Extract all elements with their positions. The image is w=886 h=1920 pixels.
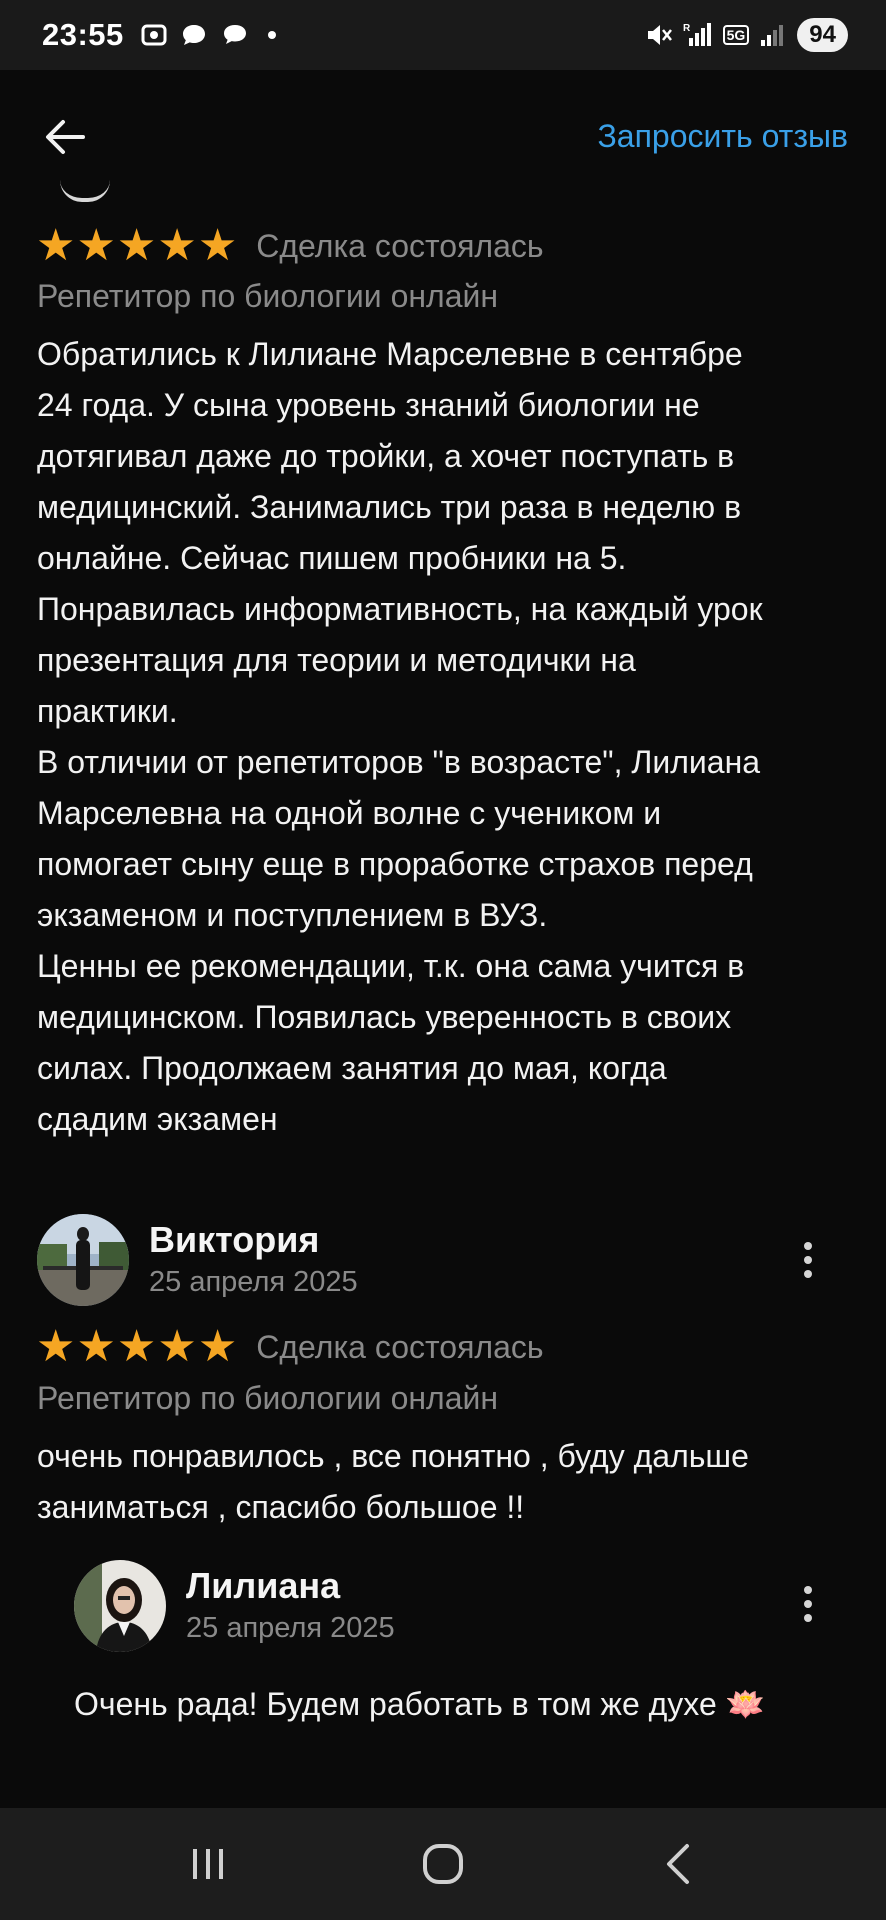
review-text-line: онлайне. Сейчас пишем пробники на 5. xyxy=(37,540,627,576)
app-header: Запросить отзыв xyxy=(0,70,886,200)
review-category: Репетитор по биологии онлайн xyxy=(37,278,499,314)
more-options-button[interactable] xyxy=(788,1230,828,1290)
star-icon: ★ xyxy=(36,221,76,270)
recents-button[interactable] xyxy=(163,1829,253,1899)
chat-bubbles-icon xyxy=(223,25,246,44)
nav-back-button[interactable] xyxy=(633,1829,723,1899)
review-text-line: медицинский. Занимались три раза в недел… xyxy=(37,489,742,525)
star-icon: ★ xyxy=(76,1322,116,1371)
review-text-line: презентация для теории и методички на xyxy=(37,642,636,678)
rating-stars: ★ ★ ★ ★ ★ Сделка состоялась xyxy=(36,224,544,268)
request-review-button[interactable]: Запросить отзыв xyxy=(597,118,848,155)
review-text-line: заниматься , спасибо большое !! xyxy=(37,1489,525,1525)
chat-bubble-icon xyxy=(182,25,205,45)
review-text-line: силах. Продолжаем занятия до мая, когда xyxy=(37,1050,667,1086)
star-icon: ★ xyxy=(116,1322,157,1371)
review-text-line: Ценны ее рекомендации, т.к. она сама учи… xyxy=(37,948,745,984)
review-text-line: дотягивал даже до тройки, а хочет поступ… xyxy=(37,438,735,474)
mute-icon xyxy=(647,25,672,45)
reply-text: Очень рада! Будем работать в том же духе… xyxy=(74,1686,766,1722)
review-text-line: помогает сыну еще в проработке страхов п… xyxy=(37,846,753,882)
deal-status: Сделка состоялась xyxy=(256,227,544,264)
home-icon xyxy=(422,1844,463,1884)
rating-stars: ★ ★ ★ ★ ★ Сделка состоялась xyxy=(36,1325,544,1369)
svg-text:R: R xyxy=(683,23,691,34)
more-options-button[interactable] xyxy=(788,1574,828,1634)
author-name: Лилиана xyxy=(186,1565,341,1606)
screenshot-icon xyxy=(141,24,167,46)
star-icon: ★ xyxy=(157,1322,197,1371)
notification-icons xyxy=(140,21,276,49)
avatar[interactable] xyxy=(37,1214,129,1306)
dot-icon xyxy=(267,31,276,39)
star-icon: ★ xyxy=(157,221,197,270)
review-text-line: Марселевна на одной волне с учеником и xyxy=(37,795,662,831)
star-icon: ★ xyxy=(197,221,238,270)
review-text-line: Понравилась информативность, на каждый у… xyxy=(37,591,763,627)
review-text-line: Обратились к Лилиане Марселевне в сентяб… xyxy=(37,336,743,372)
system-nav-bar xyxy=(0,1808,886,1920)
review-text-line: экзаменом и поступлением в ВУЗ. xyxy=(37,897,548,933)
chevron-left-icon xyxy=(667,1844,690,1884)
deal-status: Сделка состоялась xyxy=(256,1328,544,1365)
arrow-left-icon xyxy=(46,120,85,154)
review-text-line: очень понравилось , все понятно , буду д… xyxy=(37,1438,749,1474)
system-icons: R 5G 94 xyxy=(643,18,848,52)
star-icon: ★ xyxy=(116,221,157,270)
more-vertical-icon xyxy=(804,1242,812,1250)
review-date: 25 апреля 2025 xyxy=(149,1266,358,1298)
review-category: Репетитор по биологии онлайн xyxy=(37,1380,499,1416)
star-icon: ★ xyxy=(36,1322,76,1371)
review-text-line: сдадим экзамен xyxy=(37,1101,278,1137)
review-text-line: практики. xyxy=(37,693,178,729)
network-type: 5G xyxy=(722,25,750,45)
signal-icon: R xyxy=(683,23,711,46)
more-vertical-icon xyxy=(804,1586,812,1594)
home-button[interactable] xyxy=(398,1829,488,1899)
review-text-line: В отличии от репетиторов "в возрасте", Л… xyxy=(37,744,761,780)
review-text: Обратились к Лилиане Марселевне в сентяб… xyxy=(37,329,857,1145)
recents-icon xyxy=(192,1849,223,1879)
star-icon: ★ xyxy=(197,1322,238,1371)
review-text-line: 24 года. У сына уровень знаний биологии … xyxy=(37,387,700,423)
reply-date: 25 апреля 2025 xyxy=(186,1612,395,1644)
review-text: очень понравилось , все понятно , буду д… xyxy=(37,1431,857,1533)
signal-weak-icon xyxy=(761,25,784,46)
back-button[interactable] xyxy=(40,112,90,162)
avatar[interactable] xyxy=(74,1560,166,1652)
status-time: 23:55 xyxy=(42,17,124,52)
star-icon: ★ xyxy=(76,221,116,270)
author-name: Виктория xyxy=(149,1219,320,1260)
review-text-line: медицинском. Появилась уверенность в сво… xyxy=(37,999,732,1035)
review-author: Виктория 25 апреля 2025 xyxy=(37,1214,358,1306)
battery-level: 94 xyxy=(797,18,848,52)
reply-author: Лилиана 25 апреля 2025 xyxy=(74,1560,395,1652)
status-bar: 23:55 R 5G 94 xyxy=(0,0,886,70)
